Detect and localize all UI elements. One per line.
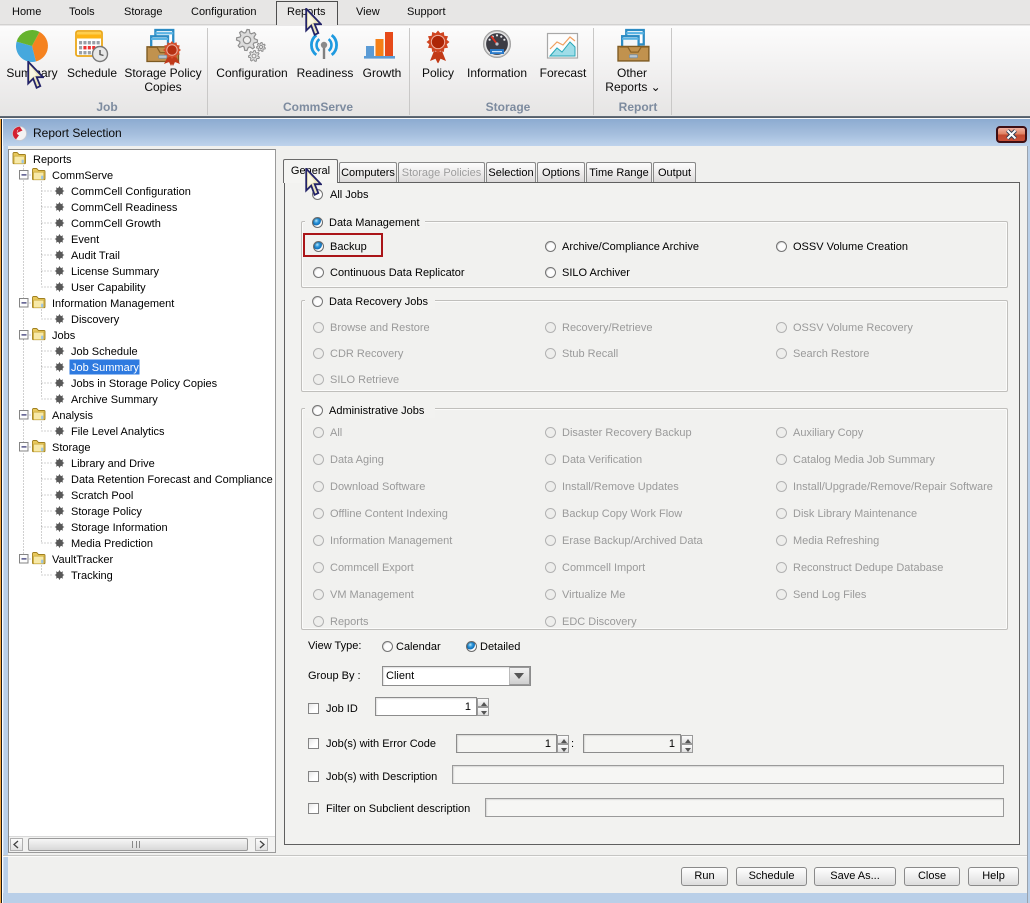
svg-text:Audit Trail: Audit Trail bbox=[71, 250, 120, 262]
svg-text:CommServe: CommServe bbox=[52, 170, 113, 182]
svg-text:VaultTracker: VaultTracker bbox=[52, 554, 113, 566]
svg-text:Tracking: Tracking bbox=[71, 570, 113, 582]
svg-text:Scratch Pool: Scratch Pool bbox=[71, 490, 133, 502]
svg-text:CommCell Readiness: CommCell Readiness bbox=[71, 202, 178, 214]
svg-text:Storage Information: Storage Information bbox=[71, 522, 168, 534]
svg-text:User Capability: User Capability bbox=[71, 282, 146, 294]
svg-text:Storage: Storage bbox=[52, 442, 91, 454]
svg-text:Jobs in Storage Policy Copies: Jobs in Storage Policy Copies bbox=[71, 378, 218, 390]
svg-text:Data Retention Forecast and Co: Data Retention Forecast and Compliance bbox=[71, 474, 273, 486]
svg-text:Reports: Reports bbox=[33, 154, 72, 166]
svg-text:CommCell Growth: CommCell Growth bbox=[71, 218, 161, 230]
svg-text:Information Management: Information Management bbox=[52, 298, 174, 310]
svg-text:Job Schedule: Job Schedule bbox=[71, 346, 138, 358]
svg-text:File Level Analytics: File Level Analytics bbox=[71, 426, 165, 438]
svg-text:Event: Event bbox=[71, 234, 99, 246]
svg-text:Media Prediction: Media Prediction bbox=[71, 538, 153, 550]
svg-text:Library and Drive: Library and Drive bbox=[71, 458, 155, 470]
svg-text:CommCell Configuration: CommCell Configuration bbox=[71, 186, 191, 198]
svg-text:Jobs: Jobs bbox=[52, 330, 76, 342]
svg-text:Job Summary: Job Summary bbox=[71, 362, 139, 374]
svg-text:Archive Summary: Archive Summary bbox=[71, 394, 158, 406]
svg-text:Discovery: Discovery bbox=[71, 314, 120, 326]
svg-text:License Summary: License Summary bbox=[71, 266, 160, 278]
svg-text:Analysis: Analysis bbox=[52, 410, 93, 422]
svg-text:Storage Policy: Storage Policy bbox=[71, 506, 142, 518]
